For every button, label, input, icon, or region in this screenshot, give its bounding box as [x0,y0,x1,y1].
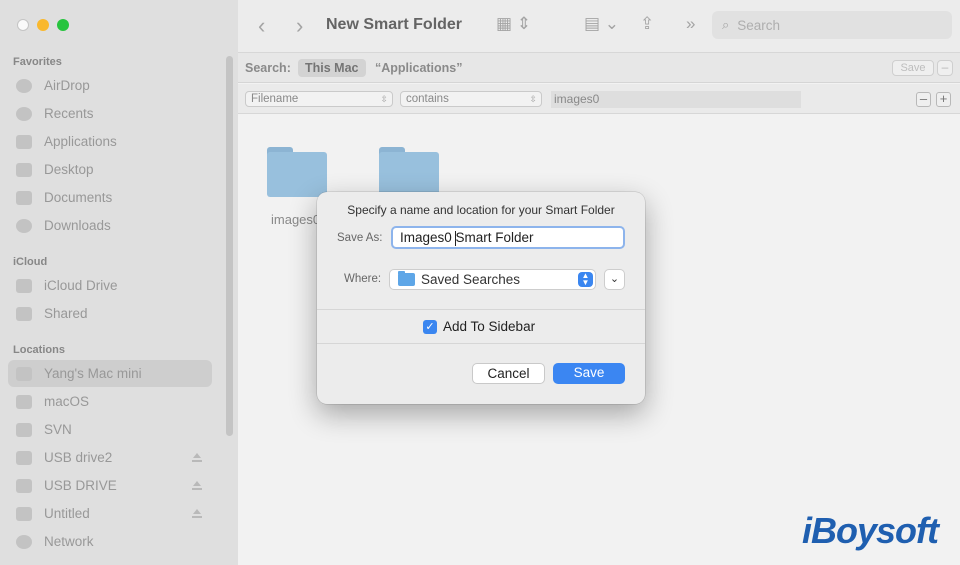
cancel-button[interactable]: Cancel [472,363,545,384]
dialog-title: Specify a name and location for your Sma… [347,203,615,217]
save-smart-folder-dialog: Specify a name and location for your Sma… [317,192,645,404]
save-button[interactable]: Save [553,363,625,384]
chevron-updown-icon: ▲ ▼ [578,272,593,287]
save-as-value: Images0 Smart Folder [400,230,534,245]
save-as-label: Save As: [337,232,383,244]
where-select[interactable]: Saved Searches ▲ ▼ [389,269,596,290]
where-label: Where: [344,273,382,285]
chevron-down-icon: ⌄ [609,273,620,285]
iboysoft-watermark: iBoysoft [802,510,939,551]
save-as-field[interactable]: Images0 Smart Folder [391,226,625,249]
divider [317,343,645,344]
text-caret [455,231,456,246]
divider [317,309,645,310]
folder-icon [398,271,415,286]
add-to-sidebar-label[interactable]: Add To Sidebar [443,319,535,334]
expand-dialog-button[interactable]: ⌄ [604,269,625,290]
checkmark-icon: ✓ [425,321,435,333]
where-select-value: Saved Searches [421,272,521,287]
add-to-sidebar-checkbox[interactable]: ✓ [423,320,437,334]
